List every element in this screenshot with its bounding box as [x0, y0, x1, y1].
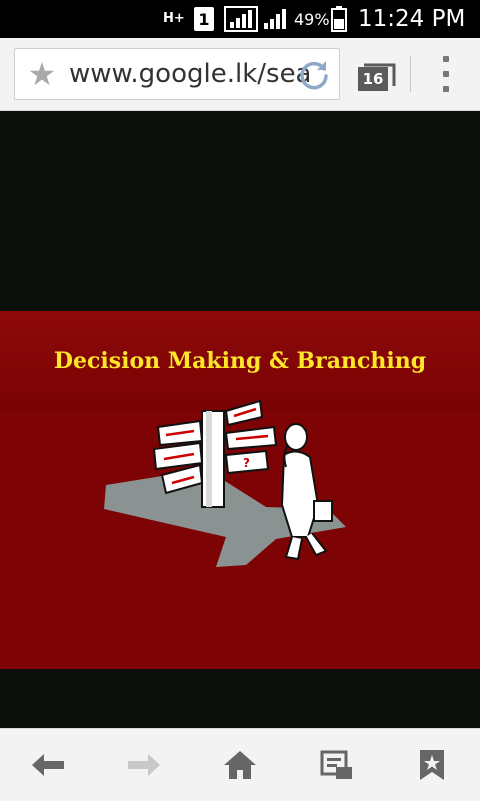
- tab-switcher-button[interactable]: 16: [356, 58, 396, 94]
- network-type-label: H+: [163, 11, 185, 26]
- slide-title: Decision Making & Branching: [53, 348, 427, 374]
- reload-icon[interactable]: [297, 57, 331, 91]
- browser-toolbar: ★ www.google.lk/search 16: [0, 38, 480, 111]
- bookmark-icon[interactable]: [410, 743, 454, 787]
- battery-percent: 49%: [294, 9, 330, 29]
- forward-arrow-icon[interactable]: [122, 743, 166, 787]
- home-icon[interactable]: [218, 743, 262, 787]
- url-bar[interactable]: ★ www.google.lk/search: [14, 48, 340, 100]
- url-text[interactable]: www.google.lk/search: [69, 49, 309, 99]
- secondary-signal-icon: [262, 0, 288, 38]
- sim-slot-label: 1: [194, 7, 214, 31]
- clock: 11:24 PM: [358, 6, 466, 32]
- svg-text:?: ?: [243, 456, 250, 470]
- status-bar: H+ 1 49% 11:24 PM: [0, 0, 480, 38]
- star-icon[interactable]: ★: [25, 57, 59, 91]
- overflow-menu-icon[interactable]: [436, 56, 456, 92]
- network-type-indicator: H+: [163, 0, 187, 38]
- reader-mode-icon[interactable]: [314, 743, 358, 787]
- tab-count: 16: [358, 67, 388, 91]
- slide-image[interactable]: Decision Making & Branching ?: [0, 311, 480, 669]
- sim-indicator: 1: [194, 0, 214, 38]
- battery-icon: [331, 0, 347, 38]
- toolbar-divider: [410, 56, 411, 92]
- signal-strength-icon: [224, 0, 258, 38]
- signpost-clipart: ?: [104, 399, 346, 567]
- web-content[interactable]: Decision Making & Branching ?: [0, 111, 480, 728]
- bottom-navigation-bar: [0, 728, 480, 801]
- back-arrow-icon[interactable]: [26, 743, 70, 787]
